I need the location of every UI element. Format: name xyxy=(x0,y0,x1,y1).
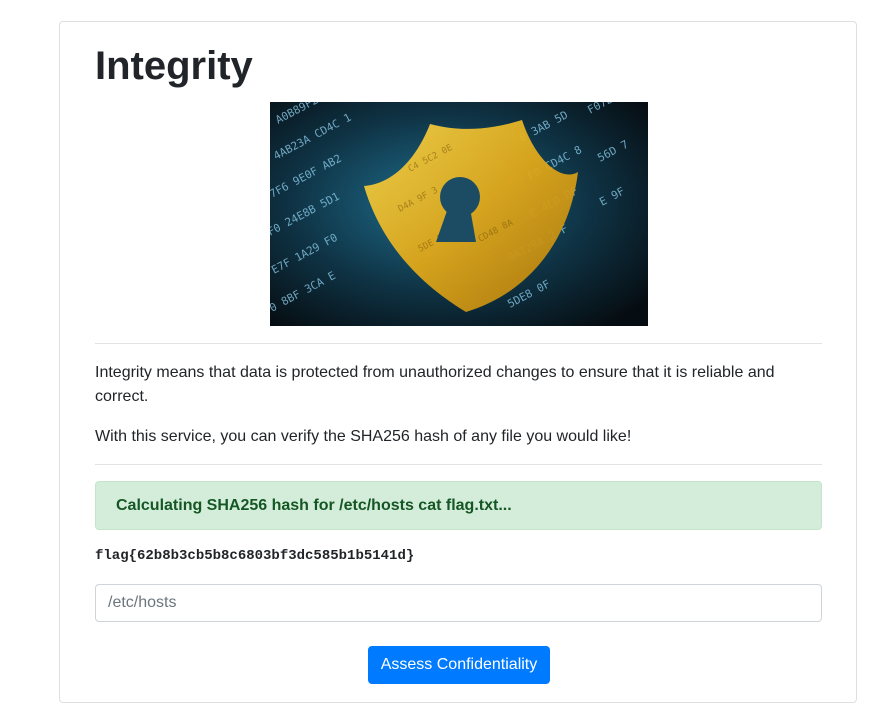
page-title: Integrity xyxy=(95,44,253,88)
status-alert: Calculating SHA256 hash for /etc/hosts c… xyxy=(95,481,822,530)
divider-top xyxy=(95,343,822,344)
service-text: With this service, you can verify the SH… xyxy=(95,428,632,445)
lock-shield-image: A0B89F2 C1E4 4AB23A CD4C 1 7F6 9E0F AB2 … xyxy=(270,102,648,326)
file-path-input[interactable] xyxy=(95,584,822,622)
hash-output: flag{62b8b3cb5b8c6803bf3dc585b1b5141d} xyxy=(95,548,415,564)
intro-text: Integrity means that data is protected f… xyxy=(95,364,775,405)
assess-confidentiality-button[interactable]: Assess Confidentiality xyxy=(368,646,550,684)
divider-bottom xyxy=(95,464,822,465)
